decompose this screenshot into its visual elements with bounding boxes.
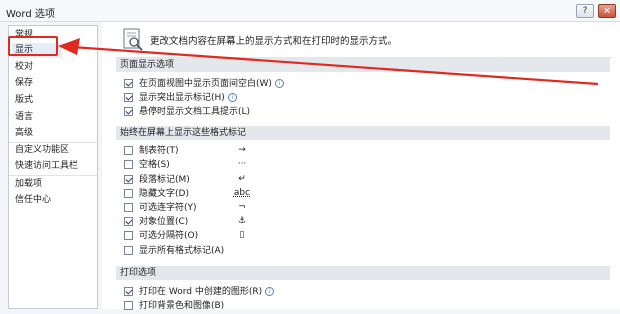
checkbox[interactable] bbox=[124, 107, 133, 116]
tab-mark-icon: → bbox=[238, 145, 246, 155]
sidebar-item-addins[interactable]: 加载项 bbox=[15, 177, 42, 192]
option-label: 对象位置(C) bbox=[139, 217, 189, 227]
checkbox[interactable] bbox=[124, 287, 133, 296]
checkbox[interactable] bbox=[124, 79, 133, 88]
info-icon[interactable]: i bbox=[265, 287, 275, 296]
title-bar: Word 选项 ? × bbox=[0, 0, 620, 22]
option-label: 打印在 Word 中创建的图形(R) bbox=[139, 287, 263, 297]
option-show-tooltips[interactable]: 悬停时显示文档工具提示(L) bbox=[124, 106, 250, 119]
option-optional-breaks[interactable]: 可选分隔符(O) bbox=[124, 230, 198, 243]
options-content: 更改文档内容在屏幕上的显示方式和在打印时的显示方式。 页面显示选项 在页面视图中… bbox=[102, 22, 620, 311]
checkbox[interactable] bbox=[124, 217, 133, 226]
option-label: 打印背景色和图像(B) bbox=[139, 301, 225, 311]
help-button[interactable]: ? bbox=[576, 4, 594, 18]
option-label: 在页面视图中显示页面间空白(W) bbox=[139, 79, 272, 89]
hidden-text-icon: abc bbox=[233, 188, 251, 198]
option-optional-hyphens[interactable]: 可选连字符(Y) bbox=[124, 202, 197, 215]
checkbox[interactable] bbox=[124, 160, 133, 169]
hyphen-mark-icon: ¬ bbox=[238, 202, 246, 212]
option-label: 可选分隔符(O) bbox=[139, 231, 199, 241]
info-icon[interactable]: i bbox=[274, 79, 284, 88]
option-label: 可选连字符(Y) bbox=[139, 203, 197, 213]
option-tab-characters[interactable]: 制表符(T) bbox=[124, 145, 179, 158]
close-button[interactable]: × bbox=[598, 4, 616, 18]
sidebar-item-trust-center[interactable]: 信任中心 bbox=[15, 193, 51, 208]
sidebar-item-advanced[interactable]: 高级 bbox=[15, 126, 33, 141]
options-sidebar: 常规 显示 校对 保存 版式 语言 高级 自定义功能区 快速访问工具栏 加载项 … bbox=[8, 25, 98, 309]
option-object-anchors[interactable]: 对象位置(C) bbox=[124, 216, 188, 229]
section-page-display: 页面显示选项 bbox=[116, 58, 610, 72]
paragraph-mark-icon: ↵ bbox=[238, 174, 246, 184]
sidebar-item-customize-ribbon[interactable]: 自定义功能区 bbox=[15, 143, 69, 158]
option-spaces[interactable]: 空格(S) bbox=[124, 159, 170, 172]
checkbox[interactable] bbox=[124, 189, 133, 198]
option-label: 制表符(T) bbox=[139, 146, 179, 156]
checkbox[interactable] bbox=[124, 203, 133, 212]
option-print-background[interactable]: 打印背景色和图像(B) bbox=[124, 300, 224, 313]
option-show-all-marks[interactable]: 显示所有格式标记(A) bbox=[124, 245, 224, 258]
option-show-whitespace[interactable]: 在页面视图中显示页面间空白(W) i bbox=[124, 78, 284, 91]
section-formatting-marks: 始终在屏幕上显示这些格式标记 bbox=[116, 126, 610, 140]
page-description: 更改文档内容在屏幕上的显示方式和在打印时的显示方式。 bbox=[150, 36, 398, 47]
option-hidden-text[interactable]: 隐藏文字(D) bbox=[124, 188, 189, 201]
checkbox[interactable] bbox=[124, 231, 133, 240]
window-title: Word 选项 bbox=[6, 9, 55, 20]
checkbox[interactable] bbox=[124, 93, 133, 102]
option-label: 显示所有格式标记(A) bbox=[139, 246, 225, 256]
space-mark-icon: ··· bbox=[237, 159, 247, 169]
option-label: 显示突出显示标记(H) bbox=[139, 93, 225, 103]
option-paragraph-marks[interactable]: 段落标记(M) bbox=[124, 174, 190, 187]
sidebar-divider bbox=[9, 175, 97, 176]
sidebar-item-save[interactable]: 保存 bbox=[15, 76, 33, 91]
option-print-drawings[interactable]: 打印在 Word 中创建的图形(R) i bbox=[124, 286, 275, 299]
sidebar-item-layout[interactable]: 版式 bbox=[15, 93, 33, 108]
option-label: 空格(S) bbox=[139, 160, 170, 170]
option-show-highlighter[interactable]: 显示突出显示标记(H) i bbox=[124, 92, 237, 105]
sidebar-item-proofing[interactable]: 校对 bbox=[15, 60, 33, 75]
section-print-options: 打印选项 bbox=[116, 266, 610, 280]
sidebar-item-language[interactable]: 语言 bbox=[15, 110, 33, 125]
info-icon[interactable]: i bbox=[227, 93, 237, 102]
optional-break-icon: ▯ bbox=[239, 230, 245, 240]
sidebar-item-quick-access[interactable]: 快速访问工具栏 bbox=[15, 159, 78, 174]
anchor-icon: ⚓ bbox=[237, 216, 247, 226]
checkbox[interactable] bbox=[124, 146, 133, 155]
option-label: 隐藏文字(D) bbox=[139, 189, 189, 199]
checkbox[interactable] bbox=[124, 246, 133, 255]
annotation-highlight-box bbox=[8, 36, 58, 56]
document-magnifier-icon bbox=[123, 28, 143, 51]
option-label: 段落标记(M) bbox=[139, 175, 190, 185]
option-label: 悬停时显示文档工具提示(L) bbox=[139, 107, 251, 117]
checkbox[interactable] bbox=[124, 175, 133, 184]
